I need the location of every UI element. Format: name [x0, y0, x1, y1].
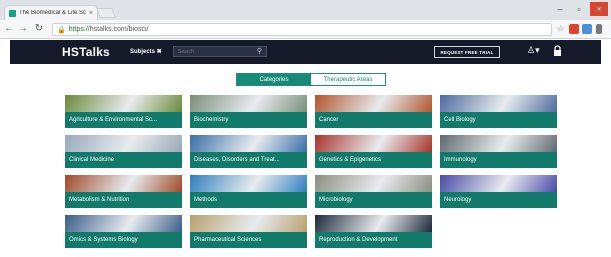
category-label: Omics & Systems Biology [65, 232, 182, 248]
login-lock-icon[interactable] [553, 45, 562, 57]
category-label: Cancer [315, 112, 432, 128]
category-label: Neurology [440, 192, 557, 208]
site-logo[interactable]: HSTalks [62, 45, 110, 59]
category-label: Metabolism & Nutrition [65, 192, 182, 208]
category-label: Immunology [440, 152, 557, 168]
extension-icon-2[interactable] [582, 24, 592, 34]
category-label: Reproduction & Development [315, 232, 432, 248]
category-image [440, 95, 557, 112]
bookmark-star-icon[interactable]: ☆ [557, 24, 567, 34]
tab-title: The Biomedical & Life Sci [19, 10, 86, 16]
search-icon[interactable]: ⚲ [257, 47, 262, 55]
browser-tabstrip: The Biomedical & Life Sci × – ▫ × [0, 0, 611, 20]
search-box[interactable]: ⚲ [173, 46, 267, 57]
category-tile[interactable]: Genetics & Epigenetics [315, 135, 432, 168]
category-image [65, 135, 182, 152]
category-image [65, 215, 182, 232]
maximize-button[interactable]: ▫ [570, 2, 588, 16]
tab-therapeutic-areas[interactable]: Therapeutic Areas [311, 74, 385, 85]
category-tile[interactable]: Agriculture & Environmental Sc... [65, 95, 182, 128]
url-path: hstalks.com/biosci/ [89, 26, 149, 33]
category-tile[interactable]: Biochemistry [190, 95, 307, 128]
extension-icon[interactable] [569, 24, 579, 34]
category-label: Agriculture & Environmental Sc... [65, 112, 182, 128]
category-image [315, 215, 432, 232]
close-window-button[interactable]: × [590, 2, 608, 16]
category-label: Diseases, Disorders and Treat... [190, 152, 307, 168]
request-free-trial-button[interactable]: REQUEST FREE TRIAL [434, 46, 500, 58]
favicon-icon [9, 9, 16, 17]
category-image [315, 95, 432, 112]
category-tile[interactable]: Cancer [315, 95, 432, 128]
category-image [315, 135, 432, 152]
category-tile[interactable]: Neurology [440, 175, 557, 208]
category-tile[interactable]: Methods [190, 175, 307, 208]
browser-tab[interactable]: The Biomedical & Life Sci × [4, 5, 98, 20]
search-input[interactable] [178, 48, 258, 55]
site-header: HSTalks Subjects ✖ ⚲ REQUEST FREE TRIAL … [10, 40, 601, 64]
view-toggle: Categories Therapeutic Areas [236, 73, 386, 86]
category-label: Microbiology [315, 192, 432, 208]
url-text: https://hstalks.com/biosci/ [69, 26, 149, 33]
tab-close-icon[interactable]: × [89, 10, 93, 17]
secure-lock-icon: 🔒 [57, 26, 66, 34]
category-image [190, 175, 307, 192]
category-label: Cell Biology [440, 112, 557, 128]
category-image [190, 215, 307, 232]
category-tile[interactable]: Pharmaceutical Sciences [190, 215, 307, 248]
category-image [440, 135, 557, 152]
new-tab-button[interactable] [96, 8, 116, 18]
category-label: Clinical Medicine [65, 152, 182, 168]
category-grid: Agriculture & Environmental Sc... Bioche… [65, 95, 557, 248]
category-tile[interactable]: Immunology [440, 135, 557, 168]
address-bar-row: ← → ↻ 🔒 https://hstalks.com/biosci/ ☆ [0, 20, 611, 39]
url-scheme: https:// [68, 26, 90, 33]
category-tile[interactable]: Metabolism & Nutrition [65, 175, 182, 208]
category-tile[interactable]: Clinical Medicine [65, 135, 182, 168]
category-label: Biochemistry [190, 112, 307, 128]
reload-icon[interactable]: ↻ [33, 23, 45, 34]
back-icon[interactable]: ← [3, 23, 15, 34]
category-tile[interactable]: Cell Biology [440, 95, 557, 128]
category-tile[interactable]: Diseases, Disorders and Treat... [190, 135, 307, 168]
category-tile[interactable]: Reproduction & Development [315, 215, 432, 248]
category-image [190, 135, 307, 152]
category-image [440, 175, 557, 192]
category-label: Pharmaceutical Sciences [190, 232, 307, 248]
category-label: Methods [190, 192, 307, 208]
category-image [65, 175, 182, 192]
url-field[interactable]: 🔒 https://hstalks.com/biosci/ [52, 23, 552, 36]
category-image [190, 95, 307, 112]
category-tile[interactable]: Omics & Systems Biology [65, 215, 182, 248]
category-label: Genetics & Epigenetics [315, 152, 432, 168]
tab-categories[interactable]: Categories [237, 74, 311, 85]
menu-icon[interactable] [596, 24, 602, 34]
forward-icon[interactable]: → [17, 23, 29, 34]
category-image [65, 95, 182, 112]
subjects-menu[interactable]: Subjects ✖ [130, 48, 162, 55]
category-tile[interactable]: Microbiology [315, 175, 432, 208]
user-icon[interactable]: ♙▾ [527, 45, 540, 56]
category-image [315, 175, 432, 192]
minimize-button[interactable]: – [551, 2, 569, 16]
